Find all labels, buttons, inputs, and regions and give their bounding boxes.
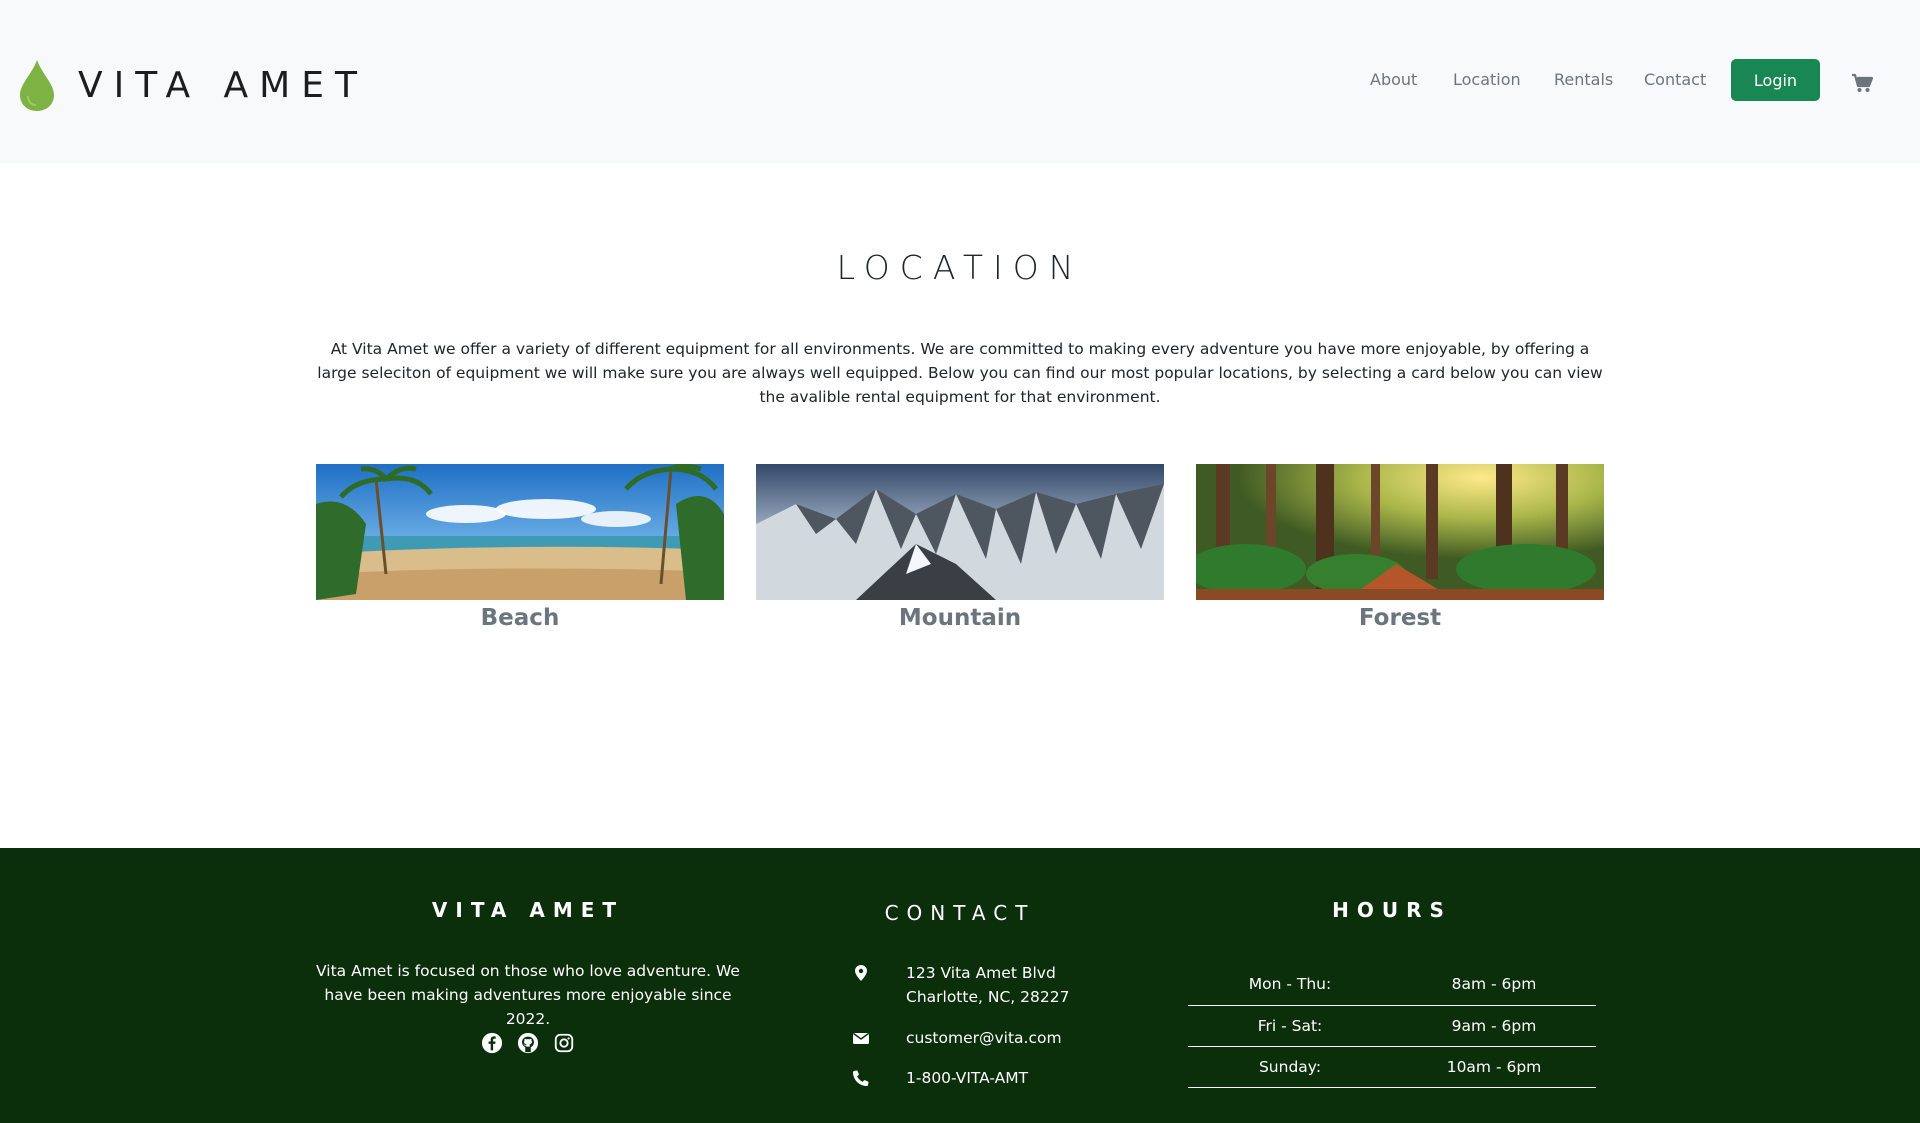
hours-row: Mon - Thu: 8am - 6pm <box>1188 964 1596 1006</box>
social-links <box>481 1032 575 1054</box>
email-text[interactable]: customer@vita.com <box>906 1026 1062 1050</box>
footer-about-text: Vita Amet is focused on those who love a… <box>316 962 740 1028</box>
hours-days: Fri - Sat: <box>1188 1005 1392 1047</box>
nav-location[interactable]: Location <box>1453 70 1521 89</box>
brand[interactable]: VITA AMET <box>18 58 368 112</box>
card-title: Forest <box>1358 605 1442 631</box>
card-title: Mountain <box>898 605 1022 631</box>
phone-text[interactable]: 1-800-VITA-AMT <box>906 1066 1028 1090</box>
forest-image <box>1196 464 1604 600</box>
nav-about[interactable]: About <box>1370 70 1417 89</box>
map-pin-icon <box>850 961 872 1009</box>
contact-address: 123 Vita Amet Blvd Charlotte, NC, 28227 <box>850 961 1069 1009</box>
card-beach[interactable]: Beach <box>316 464 724 639</box>
facebook-icon[interactable] <box>481 1032 503 1054</box>
contact-email[interactable]: customer@vita.com <box>850 1026 1062 1050</box>
hours-time: 9am - 6pm <box>1392 1005 1596 1047</box>
contact-phone[interactable]: 1-800-VITA-AMT <box>850 1066 1028 1090</box>
instagram-icon[interactable] <box>553 1032 575 1054</box>
hours-time: 10am - 6pm <box>1392 1046 1596 1088</box>
mountain-image <box>756 464 1164 600</box>
cart-icon[interactable] <box>1851 73 1873 93</box>
card-mountain[interactable]: Mountain <box>756 464 1164 639</box>
site-header: VITA AMET About Location Rentals Contact… <box>0 0 1920 163</box>
hours-time: 8am - 6pm <box>1392 964 1596 1006</box>
github-icon[interactable] <box>517 1032 539 1054</box>
brand-name: VITA AMET <box>78 64 368 106</box>
hours-row: Fri - Sat: 9am - 6pm <box>1188 1005 1596 1047</box>
hours-days: Sunday: <box>1188 1046 1392 1088</box>
drop-icon <box>20 60 54 111</box>
phone-icon <box>850 1066 872 1090</box>
card-title: Beach <box>480 605 560 631</box>
nav-contact[interactable]: Contact <box>1644 70 1706 89</box>
nav-rentals[interactable]: Rentals <box>1554 70 1613 89</box>
card-forest[interactable]: Forest <box>1196 464 1604 639</box>
footer-contact-title: CONTACT <box>884 901 1036 925</box>
beach-image <box>316 464 724 600</box>
footer-brand-title: VITA AMET <box>431 898 625 922</box>
footer-hours-title: HOURS <box>1332 898 1452 922</box>
page-title: LOCATION <box>836 248 1084 287</box>
hours-row: Sunday: 10am - 6pm <box>1188 1046 1596 1088</box>
site-footer: VITA AMET Vita Amet is focused on those … <box>0 848 1920 1123</box>
intro-text: At Vita Amet we offer a variety of diffe… <box>317 340 1603 406</box>
envelope-icon <box>850 1026 872 1050</box>
hours-table: Mon - Thu: 8am - 6pm Fri - Sat: 9am - 6p… <box>1188 964 1596 1088</box>
hours-days: Mon - Thu: <box>1188 964 1392 1006</box>
address-line2: Charlotte, NC, 28227 <box>906 988 1070 1006</box>
login-button[interactable]: Login <box>1731 59 1820 101</box>
address-line1: 123 Vita Amet Blvd <box>906 964 1056 982</box>
